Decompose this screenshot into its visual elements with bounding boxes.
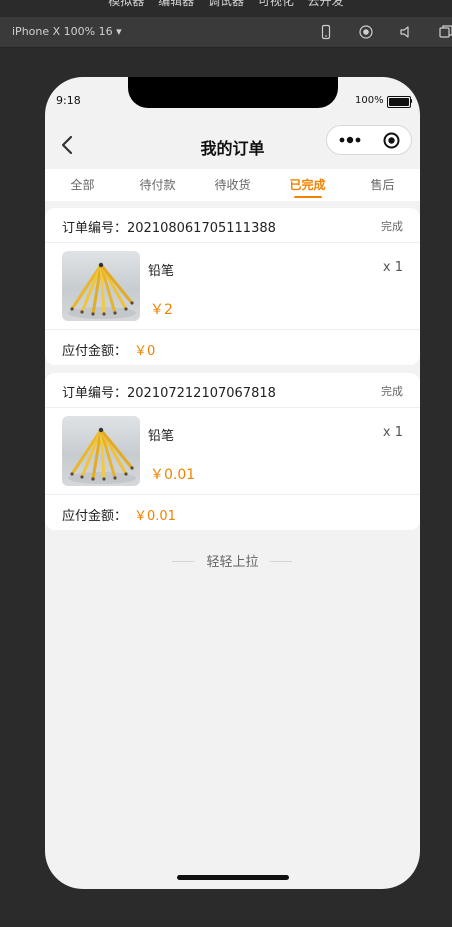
order-tabs: 全部 待付款 待收货 已完成 售后 (45, 169, 420, 201)
status-battery-percent: 100% (355, 95, 384, 106)
speaker-icon[interactable] (398, 24, 414, 40)
order-card[interactable]: 订单编号：202108061705111388 完成 铅笔 x 1 ￥2 应付金… (45, 208, 420, 365)
amount-due-value: ￥0.01 (134, 509, 176, 524)
phone-icon[interactable] (318, 24, 334, 40)
tab-after-sales[interactable]: 售后 (345, 169, 420, 201)
order-header: 订单编号：202108061705111388 完成 (45, 208, 420, 243)
device-select[interactable]: iPhone X 100% 16 ▾ (12, 25, 122, 38)
product-name: 铅笔 (148, 429, 175, 444)
ide-toolbar: iPhone X 100% 16 ▾ (0, 17, 452, 48)
divider-right (270, 561, 292, 562)
product-price: ￥0.01 (150, 467, 196, 483)
ide-menu-editor[interactable]: 编辑器 (158, 0, 194, 8)
capsule-menu (326, 125, 412, 155)
order-number: 订单编号：202108061705111388 (62, 221, 276, 236)
window-icon[interactable] (438, 24, 452, 40)
ide-menu-visual[interactable]: 可视化 (258, 0, 294, 8)
order-status: 完成 (381, 220, 403, 233)
tab-pending-payment[interactable]: 待付款 (120, 169, 195, 201)
phone-notch (128, 77, 338, 108)
order-item[interactable]: 铅笔 x 1 ￥2 (45, 243, 420, 330)
order-header: 订单编号：202107212107067818 完成 (45, 373, 420, 408)
order-footer: 应付金额： ￥0 (45, 330, 420, 365)
order-card[interactable]: 订单编号：202107212107067818 完成 铅笔 x 1 ￥0.01 … (45, 373, 420, 530)
tab-pending-receipt[interactable]: 待收货 (195, 169, 270, 201)
home-indicator (177, 875, 289, 880)
tab-all[interactable]: 全部 (45, 169, 120, 201)
product-quantity: x 1 (382, 260, 403, 275)
ide-menu-cloud[interactable]: 云开发 (308, 0, 344, 8)
amount-due-label: 应付金额： (62, 509, 128, 524)
product-image (62, 251, 140, 321)
battery-icon (387, 96, 411, 108)
ide-menu-debugger[interactable]: 调试器 (208, 0, 244, 8)
order-footer: 应付金额： ￥0.01 (45, 495, 420, 530)
ide-menu: 模拟器 编辑器 调试器 可视化 云开发 (0, 0, 452, 10)
order-item[interactable]: 铅笔 x 1 ￥0.01 (45, 408, 420, 495)
amount-due-label: 应付金额： (62, 344, 128, 359)
order-status: 完成 (381, 385, 403, 398)
record-icon[interactable] (358, 24, 374, 40)
order-number: 订单编号：202107212107067818 (62, 386, 276, 401)
product-price: ￥2 (150, 302, 173, 318)
target-icon[interactable] (383, 132, 400, 149)
product-image (62, 416, 140, 486)
product-name: 铅笔 (148, 264, 175, 279)
product-quantity: x 1 (382, 425, 403, 440)
battery-tip (410, 99, 412, 103)
phone-screen: 9:18 100% 我的订单 全部 待付款 待收货 已完成 售后 订单编号：20… (45, 77, 420, 889)
status-time: 9:18 (56, 94, 81, 107)
more-dots-icon[interactable] (339, 135, 361, 145)
amount-due-value: ￥0 (134, 344, 156, 359)
ide-menu-simulator[interactable]: 模拟器 (108, 0, 144, 8)
pull-up-hint: 轻轻上拉 (206, 555, 259, 570)
tab-completed[interactable]: 已完成 (270, 169, 345, 201)
